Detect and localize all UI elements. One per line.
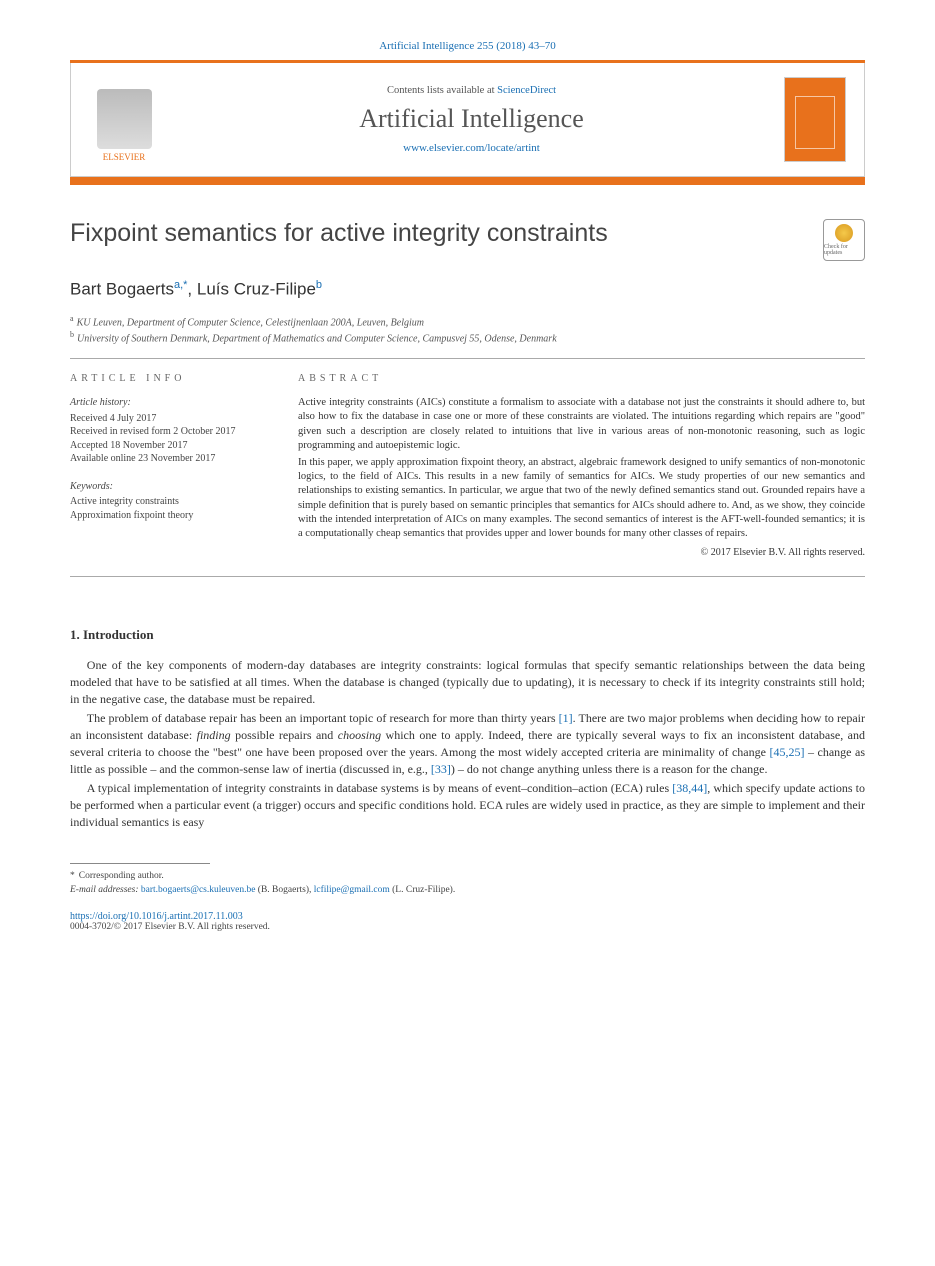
intro-paragraph-2: The problem of database repair has been … bbox=[70, 710, 865, 778]
check-updates-icon bbox=[835, 224, 853, 242]
doi-link[interactable]: https://doi.org/10.1016/j.artint.2017.11… bbox=[70, 911, 865, 922]
author-sep: , bbox=[187, 280, 196, 299]
author-list: Bart Bogaertsa,*, Luís Cruz-Filipeb bbox=[70, 279, 865, 300]
journal-name: Artificial Intelligence bbox=[177, 104, 766, 134]
contents-available: Contents lists available at ScienceDirec… bbox=[177, 85, 766, 96]
author-1-email[interactable]: bart.bogaerts@cs.kuleuven.be bbox=[141, 885, 256, 895]
intro-paragraph-3: A typical implementation of integrity co… bbox=[70, 780, 865, 831]
p2-text-f: ) – do not change anything unless there … bbox=[451, 762, 768, 776]
check-updates-label: Check for updates bbox=[824, 244, 864, 256]
intro-paragraph-1: One of the key components of modern-day … bbox=[70, 657, 865, 708]
abstract-copyright: © 2017 Elsevier B.V. All rights reserved… bbox=[298, 547, 865, 558]
author-1: Bart Bogaerts bbox=[70, 280, 174, 299]
author-2-email[interactable]: lcfilipe@gmail.com bbox=[314, 885, 390, 895]
history-online: Available online 23 November 2017 bbox=[70, 452, 270, 466]
footnotes: * Corresponding author. E-mail addresses:… bbox=[70, 870, 865, 897]
citation-line: Artificial Intelligence 255 (2018) 43–70 bbox=[70, 40, 865, 52]
abstract-label: abstract bbox=[298, 373, 865, 384]
affiliation-a: KU Leuven, Department of Computer Scienc… bbox=[77, 317, 424, 328]
journal-homepage-link[interactable]: www.elsevier.com/locate/artint bbox=[177, 142, 766, 154]
p3-text-a: A typical implementation of integrity co… bbox=[87, 781, 672, 795]
sciencedirect-link[interactable]: ScienceDirect bbox=[497, 85, 556, 96]
abstract-paragraph-1: Active integrity constraints (AICs) cons… bbox=[298, 396, 865, 453]
keywords-block: Keywords: Active integrity constraints A… bbox=[70, 480, 270, 523]
p2-emph-2: choosing bbox=[338, 728, 381, 742]
history-heading: Article history: bbox=[70, 396, 270, 410]
p2-text-a: The problem of database repair has been … bbox=[87, 711, 559, 725]
article-history: Article history: Received 4 July 2017 Re… bbox=[70, 396, 270, 466]
abstract-paragraph-2: In this paper, we apply approximation fi… bbox=[298, 456, 865, 541]
citation-ref-38-44[interactable]: [38,44] bbox=[672, 781, 707, 795]
issn-copyright-line: 0004-3702/© 2017 Elsevier B.V. All right… bbox=[70, 922, 865, 932]
corr-author-marker: * bbox=[70, 871, 75, 881]
keyword-2: Approximation fixpoint theory bbox=[70, 509, 270, 523]
history-revised: Received in revised form 2 October 2017 bbox=[70, 425, 270, 439]
email1-who: (B. Bogaerts), bbox=[255, 885, 313, 895]
affiliations: aKU Leuven, Department of Computer Scien… bbox=[70, 314, 865, 360]
author-2: Luís Cruz-Filipe bbox=[197, 280, 316, 299]
author-1-affil-marker: a,* bbox=[174, 279, 187, 291]
citation-ref-45-25[interactable]: [45,25] bbox=[769, 745, 804, 759]
footnote-separator bbox=[70, 863, 210, 864]
article-info-label: article info bbox=[70, 373, 270, 384]
author-2-affil-marker: b bbox=[316, 279, 322, 291]
corresponding-author-note: Corresponding author. bbox=[79, 871, 164, 881]
citation-ref-1[interactable]: [1] bbox=[559, 711, 573, 725]
publisher-name: ELSEVIER bbox=[103, 152, 146, 162]
paper-title: Fixpoint semantics for active integrity … bbox=[70, 219, 823, 248]
check-updates-badge[interactable]: Check for updates bbox=[823, 219, 865, 261]
elsevier-logo: ELSEVIER bbox=[89, 77, 159, 162]
header-bottom-rule bbox=[70, 177, 865, 185]
citation-ref-33[interactable]: [33] bbox=[431, 762, 451, 776]
p2-emph-1: finding bbox=[197, 728, 231, 742]
section-1-body: One of the key components of modern-day … bbox=[70, 657, 865, 831]
keywords-heading: Keywords: bbox=[70, 480, 270, 494]
elsevier-tree-icon bbox=[97, 89, 152, 149]
affiliation-b: University of Southern Denmark, Departme… bbox=[77, 333, 557, 344]
journal-header: ELSEVIER Contents lists available at Sci… bbox=[70, 63, 865, 177]
email-label: E-mail addresses: bbox=[70, 885, 141, 895]
history-received: Received 4 July 2017 bbox=[70, 412, 270, 426]
contents-prefix: Contents lists available at bbox=[387, 85, 497, 96]
keyword-1: Active integrity constraints bbox=[70, 495, 270, 509]
p2-text-c: possible repairs and bbox=[231, 728, 338, 742]
email2-who: (L. Cruz-Filipe). bbox=[390, 885, 455, 895]
section-1-heading: 1. Introduction bbox=[70, 627, 865, 643]
history-accepted: Accepted 18 November 2017 bbox=[70, 439, 270, 453]
journal-cover-thumbnail bbox=[784, 77, 846, 162]
